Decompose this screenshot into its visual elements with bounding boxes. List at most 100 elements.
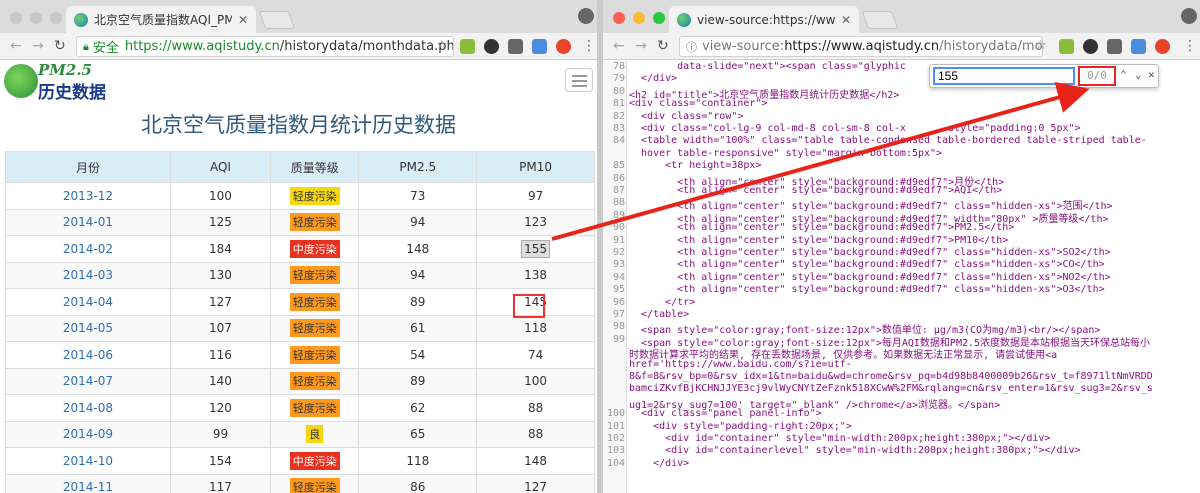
pm10-cell: 118 bbox=[476, 314, 595, 342]
pm25-cell: 65 bbox=[358, 420, 478, 448]
url-host: https://www.aqistudy.cn bbox=[124, 39, 280, 54]
month-link[interactable]: 2013-12 bbox=[63, 189, 113, 203]
close-tab-icon[interactable]: ✕ bbox=[841, 13, 851, 27]
line-number: 79 bbox=[612, 73, 625, 85]
line-number: 90 bbox=[612, 222, 625, 234]
month-link[interactable]: 2014-11 bbox=[63, 480, 113, 493]
month-link[interactable]: 2014-07 bbox=[63, 374, 113, 388]
pm25-cell: 86 bbox=[358, 473, 478, 493]
close-window-button[interactable] bbox=[613, 12, 625, 24]
level-badge: 轻度污染 bbox=[289, 213, 340, 232]
account-icon[interactable] bbox=[578, 8, 594, 24]
back-arrow-icon[interactable]: ← bbox=[613, 38, 625, 54]
menu-dots-icon[interactable]: ⋮ bbox=[582, 38, 596, 54]
source-line: <th align="center" style="background:#d9… bbox=[629, 271, 1111, 283]
level-cell: 轻度污染 bbox=[270, 208, 360, 236]
source-line: </div> bbox=[629, 457, 690, 469]
extension-plant-icon[interactable] bbox=[1059, 39, 1074, 54]
pm10-cell: 148 bbox=[476, 447, 595, 475]
month-link[interactable]: 2014-05 bbox=[63, 321, 113, 335]
menu-dots-icon[interactable]: ⋮ bbox=[1183, 38, 1197, 54]
line-number: 91 bbox=[612, 234, 625, 246]
close-window-button[interactable] bbox=[10, 12, 22, 24]
column-header-1: AQI bbox=[169, 151, 272, 183]
aqi-cell: 100 bbox=[169, 182, 272, 210]
month-link[interactable]: 2014-09 bbox=[63, 427, 113, 441]
month-link[interactable]: 2014-10 bbox=[63, 454, 113, 468]
level-cell: 轻度污染 bbox=[270, 314, 360, 342]
pm10-cell: 88 bbox=[476, 420, 595, 448]
browser-tab-view-source[interactable]: view-source:https://www.aqist ✕ bbox=[669, 6, 859, 33]
month-cell: 2014-10 bbox=[5, 447, 171, 475]
minimize-window-button[interactable] bbox=[30, 12, 42, 24]
find-next-icon[interactable]: ⌄ bbox=[1135, 68, 1142, 81]
month-link[interactable]: 2014-04 bbox=[63, 295, 113, 309]
back-arrow-icon[interactable]: ← bbox=[10, 38, 22, 54]
line-number: 82 bbox=[612, 110, 625, 122]
zoom-window-button[interactable] bbox=[50, 12, 62, 24]
extension-x-icon[interactable] bbox=[508, 39, 523, 54]
table-row: 2014-11 117 轻度污染 86 127 bbox=[5, 473, 595, 493]
pm10-cell: 97 bbox=[476, 182, 595, 210]
level-badge: 轻度污染 bbox=[289, 266, 340, 285]
extension-circle-icon[interactable] bbox=[1083, 39, 1098, 54]
highlight-box-pm10-155 bbox=[513, 294, 545, 318]
account-icon[interactable] bbox=[1181, 8, 1197, 24]
month-link[interactable]: 2014-01 bbox=[63, 215, 113, 229]
pm10-cell: 155 bbox=[476, 235, 595, 263]
url-path: /historydata/monthdata.php... bbox=[279, 39, 454, 54]
left-browser-window: 北京空气质量指数AQI_PM2.5月... ✕ ← → ↻ 🔒︎ 安全 http… bbox=[0, 0, 597, 493]
pm25-cell: 73 bbox=[358, 182, 478, 210]
extension-opera-icon[interactable] bbox=[1155, 39, 1170, 54]
table-row: 2013-12 100 轻度污染 73 97 bbox=[5, 182, 595, 210]
forward-arrow-icon[interactable]: → bbox=[32, 38, 44, 54]
month-link[interactable]: 2014-02 bbox=[63, 242, 113, 256]
month-cell: 2014-02 bbox=[5, 235, 171, 263]
extension-circle-icon[interactable] bbox=[484, 39, 499, 54]
close-tab-icon[interactable]: ✕ bbox=[238, 13, 248, 27]
month-link[interactable]: 2014-03 bbox=[63, 268, 113, 282]
find-close-icon[interactable]: ✕ bbox=[1148, 68, 1155, 81]
line-number: 95 bbox=[612, 284, 625, 296]
level-cell: 轻度污染 bbox=[270, 367, 360, 395]
month-link[interactable]: 2014-08 bbox=[63, 401, 113, 415]
level-badge: 轻度污染 bbox=[289, 398, 340, 417]
find-prev-icon[interactable]: ⌃ bbox=[1120, 68, 1127, 81]
page-content: PM2.5 历史数据 北京空气质量指数月统计历史数据 月份 AQI 质量等级 PM2.… bbox=[0, 61, 597, 493]
address-bar[interactable]: 🔒︎ 安全 https://www.aqistudy.cn /historyda… bbox=[76, 36, 454, 57]
address-bar[interactable]: ⓘ view-source: https://www.aqistudy.cn /… bbox=[679, 36, 1043, 57]
find-input[interactable] bbox=[933, 67, 1075, 85]
source-line: <tr height=38px> bbox=[629, 160, 762, 172]
browser-tab-aqi[interactable]: 北京空气质量指数AQI_PM2.5月... ✕ bbox=[66, 6, 256, 33]
extension-p-icon[interactable] bbox=[532, 39, 547, 54]
forward-arrow-icon[interactable]: → bbox=[635, 38, 647, 54]
logo-title-text: 历史数据 bbox=[38, 83, 106, 103]
extension-opera-icon[interactable] bbox=[556, 39, 571, 54]
extension-x-icon[interactable] bbox=[1107, 39, 1122, 54]
month-cell: 2014-05 bbox=[5, 314, 171, 342]
pm10-cell: 127 bbox=[476, 473, 595, 493]
level-cell: 轻度污染 bbox=[270, 341, 360, 369]
level-cell: 中度污染 bbox=[270, 447, 360, 475]
reload-icon[interactable]: ↻ bbox=[657, 38, 669, 54]
month-cell: 2014-04 bbox=[5, 288, 171, 316]
browser-toolbar: ← → ↻ 🔒︎ 安全 https://www.aqistudy.cn /his… bbox=[0, 33, 597, 60]
minimize-window-button[interactable] bbox=[633, 12, 645, 24]
source-line: <th align="center" style="background:#d9… bbox=[629, 247, 1111, 258]
new-tab-button[interactable] bbox=[861, 11, 899, 29]
zoom-window-button[interactable] bbox=[653, 12, 665, 24]
source-line: <th align="center" style="background:#d9… bbox=[629, 234, 1009, 246]
new-tab-button[interactable] bbox=[258, 11, 296, 29]
level-badge: 轻度污染 bbox=[289, 319, 340, 338]
extension-plant-icon[interactable] bbox=[460, 39, 475, 54]
line-number: 92 bbox=[612, 247, 625, 258]
month-cell: 2014-09 bbox=[5, 420, 171, 448]
hamburger-menu-button[interactable] bbox=[565, 68, 593, 92]
level-badge: 轻度污染 bbox=[289, 186, 340, 205]
month-link[interactable]: 2014-06 bbox=[63, 348, 113, 362]
bookmark-star-icon[interactable]: ☆ bbox=[436, 38, 448, 53]
reload-icon[interactable]: ↻ bbox=[54, 38, 66, 54]
bookmark-star-icon[interactable]: ☆ bbox=[1035, 38, 1047, 53]
extension-p-icon[interactable] bbox=[1131, 39, 1146, 54]
pm25-cell: 89 bbox=[358, 367, 478, 395]
